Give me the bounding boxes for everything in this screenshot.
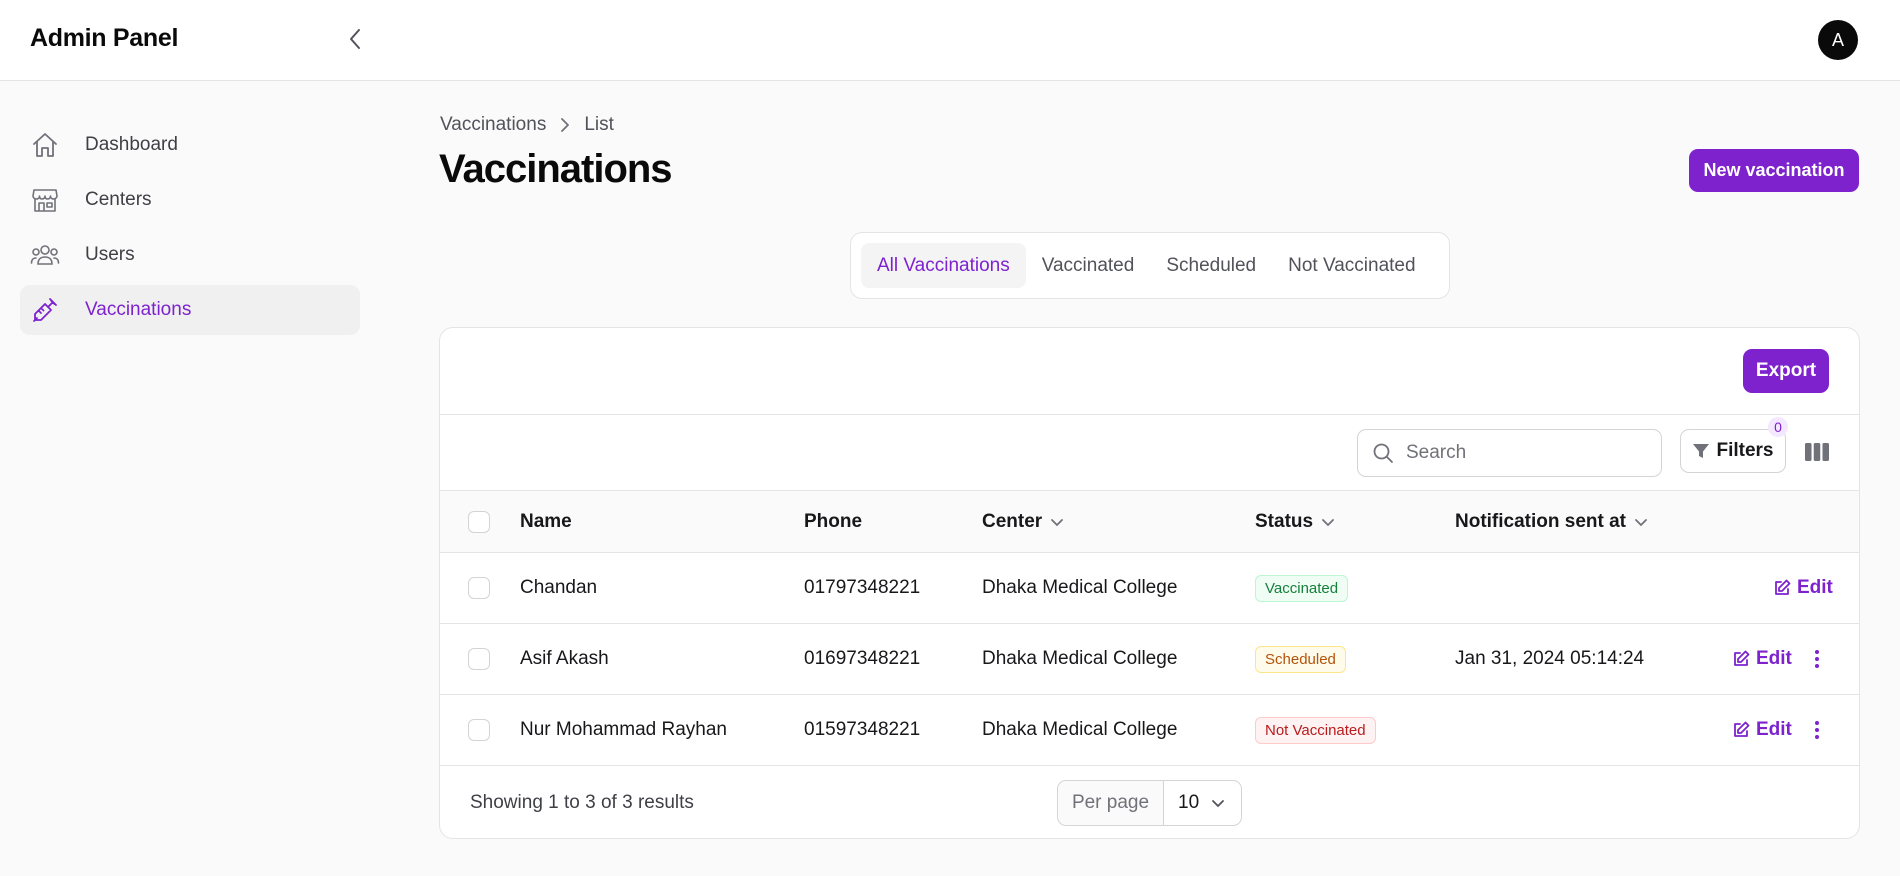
more-vertical-icon [1815, 721, 1819, 739]
breadcrumb-current: List [584, 114, 614, 135]
search-icon [1373, 443, 1393, 463]
export-button[interactable]: Export [1743, 349, 1829, 393]
sidebar-item-vaccinations[interactable]: Vaccinations [20, 285, 360, 335]
edit-icon [1732, 721, 1750, 739]
row-checkbox[interactable] [468, 577, 490, 599]
user-avatar[interactable]: A [1818, 20, 1858, 60]
per-page-label: Per page [1058, 781, 1164, 825]
cell-notification-sent-at: Jan 31, 2024 05:14:24 [1455, 648, 1645, 669]
home-icon [30, 130, 60, 160]
table-toolbar: Filters 0 [440, 415, 1859, 491]
chevron-right-icon [560, 117, 570, 133]
chevron-down-icon [1321, 517, 1335, 527]
table-header-row: Name Phone Center Status Notification se… [440, 491, 1859, 553]
column-header-status[interactable]: Status [1255, 491, 1335, 552]
sidebar-item-users[interactable]: Users [20, 230, 360, 280]
row-actions-menu-button[interactable] [1814, 695, 1820, 765]
syringe-icon [30, 295, 60, 325]
edit-label: Edit [1756, 648, 1792, 669]
store-icon [30, 185, 60, 215]
new-vaccination-button[interactable]: New vaccination [1689, 149, 1859, 192]
cell-name: Nur Mohammad Rayhan [520, 719, 727, 740]
sidebar-item-label: Centers [85, 189, 152, 210]
search-input[interactable] [1406, 442, 1646, 464]
column-header-label: Status [1255, 510, 1314, 532]
search-box [1357, 429, 1662, 477]
edit-button[interactable]: Edit [1732, 695, 1792, 765]
edit-label: Edit [1797, 577, 1833, 598]
chevron-left-icon [350, 29, 360, 49]
sidebar-item-label: Users [85, 244, 135, 265]
tab-scheduled[interactable]: Scheduled [1150, 243, 1272, 288]
edit-button[interactable]: Edit [1773, 553, 1833, 623]
columns-icon [1805, 443, 1829, 461]
vaccinations-table-card: Export Filters 0 Name Phone Center Statu… [439, 327, 1860, 839]
sidebar-item-dashboard[interactable]: Dashboard [20, 120, 360, 170]
column-header-center[interactable]: Center [982, 491, 1064, 552]
column-header-phone: Phone [804, 510, 863, 532]
chevron-down-icon [1211, 798, 1225, 808]
column-header-label: Center [982, 510, 1043, 532]
results-summary: Showing 1 to 3 of 3 results [470, 792, 694, 813]
filters-button[interactable]: Filters [1680, 429, 1786, 473]
cell-name: Chandan [520, 577, 598, 598]
cell-center: Dhaka Medical College [982, 719, 1178, 740]
tab-all-vaccinations[interactable]: All Vaccinations [861, 243, 1026, 288]
breadcrumb: Vaccinations List [440, 114, 614, 136]
status-badge: Not Vaccinated [1255, 716, 1376, 744]
sidebar-item-label: Dashboard [85, 134, 178, 155]
collapse-sidebar-button[interactable] [340, 24, 370, 54]
row-actions-menu-button[interactable] [1814, 624, 1820, 694]
column-header-label: Notification sent at [1455, 510, 1627, 532]
columns-toggle-button[interactable] [1804, 441, 1830, 463]
brand-title: Admin Panel [30, 24, 179, 52]
sidebar: Dashboard Centers Users Vaccinations [20, 120, 360, 340]
table-header-actions: Export [440, 328, 1859, 415]
sidebar-item-label: Vaccinations [85, 299, 192, 320]
users-icon [30, 240, 60, 270]
edit-button[interactable]: Edit [1732, 624, 1792, 694]
cell-name: Asif Akash [520, 648, 609, 669]
cell-phone: 01697348221 [804, 648, 921, 669]
per-page-control: Per page 10 [1057, 780, 1242, 826]
chevron-down-icon [1050, 517, 1064, 527]
status-badge: Vaccinated [1255, 574, 1349, 602]
more-vertical-icon [1815, 650, 1819, 668]
cell-phone: 01597348221 [804, 719, 921, 740]
top-bar: Admin Panel A [0, 0, 1900, 81]
table-footer: Showing 1 to 3 of 3 results Per page 10 [440, 766, 1859, 838]
edit-label: Edit [1756, 719, 1792, 740]
filters-count-badge: 0 [1768, 417, 1788, 437]
page-title: Vaccinations [439, 147, 673, 191]
filter-icon [1692, 442, 1710, 460]
edit-icon [1732, 650, 1750, 668]
sidebar-item-centers[interactable]: Centers [20, 175, 360, 225]
tab-not-vaccinated[interactable]: Not Vaccinated [1272, 243, 1431, 288]
cell-center: Dhaka Medical College [982, 577, 1178, 598]
table-row: Asif Akash 01697348221 Dhaka Medical Col… [440, 624, 1859, 695]
cell-center: Dhaka Medical College [982, 648, 1178, 669]
per-page-select[interactable]: 10 [1164, 781, 1241, 825]
column-header-name: Name [520, 510, 572, 532]
select-all-checkbox[interactable] [468, 510, 490, 533]
status-badge: Scheduled [1255, 645, 1346, 673]
column-header-notification-sent-at[interactable]: Notification sent at [1455, 491, 1648, 552]
filters-label: Filters [1716, 440, 1774, 461]
status-tabs: All Vaccinations Vaccinated Scheduled No… [850, 232, 1450, 299]
row-checkbox[interactable] [468, 719, 490, 741]
edit-icon [1773, 579, 1791, 597]
table-row: Chandan 01797348221 Dhaka Medical Colleg… [440, 553, 1859, 624]
breadcrumb-link-vaccinations[interactable]: Vaccinations [440, 114, 546, 136]
per-page-value: 10 [1178, 792, 1200, 813]
table-row: Nur Mohammad Rayhan 01597348221 Dhaka Me… [440, 695, 1859, 766]
row-checkbox[interactable] [468, 648, 490, 670]
cell-phone: 01797348221 [804, 577, 921, 598]
tab-vaccinated[interactable]: Vaccinated [1026, 243, 1151, 288]
chevron-down-icon [1634, 517, 1648, 527]
